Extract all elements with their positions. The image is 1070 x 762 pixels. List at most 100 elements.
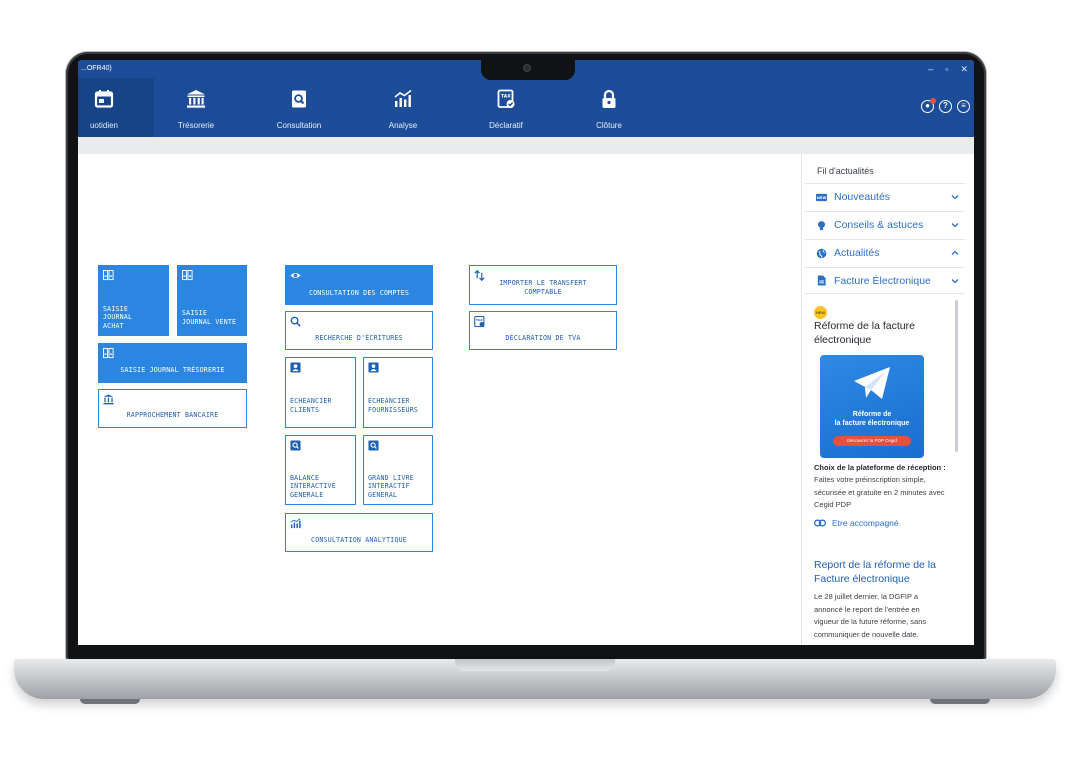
lightbulb-icon (818, 220, 825, 230)
app-screen: ...OFR40) – ▫ ✕ uotidien Trésorerie Cons… (78, 60, 974, 645)
tile-label: IMPORTER LE TRANSFERT COMPTABLE (499, 279, 587, 296)
tile-rapprochement-bancaire[interactable]: RAPPROCHEMENT BANCAIRE (98, 389, 247, 428)
bank-icon (187, 90, 205, 108)
tile-label: CONSULTATION DES COMPTES (308, 289, 410, 297)
accordion-actualites[interactable]: Actualités (805, 239, 965, 266)
article2-title: Report de la réforme de la Facture élect… (814, 559, 936, 585)
file-icon (817, 275, 826, 286)
nav-item-analyse[interactable]: Analyse (353, 78, 453, 137)
tile-consultation-des-comptes[interactable]: CONSULTATION DES COMPTES (285, 265, 433, 305)
svg-text:NEW: NEW (817, 195, 827, 199)
accordion-facture-electronique[interactable]: Facture Électronique (805, 267, 965, 294)
promo-card[interactable]: Réforme de la facture électronique Décou… (820, 355, 924, 458)
laptop-foot (930, 699, 990, 704)
article-title: Réforme de la facture électronique (814, 320, 915, 346)
window-title: ...OFR40) (81, 65, 112, 72)
article-body: Faites votre préinscription simple, sécu… (814, 475, 945, 509)
accordion-label: Nouveautés (834, 191, 891, 203)
nav-label: Déclaratif (489, 121, 523, 130)
binders-icon (182, 270, 193, 281)
maximize-button[interactable]: ▫ (945, 60, 948, 78)
nav-label: Analyse (388, 121, 418, 130)
tile-saisie-journal-tresorerie[interactable]: SAISIE JOURNAL TRÉSORERIE (98, 343, 247, 383)
tile-label: CONSULTATION ANALYTIQUE (311, 536, 407, 544)
webcam (523, 64, 531, 72)
search-icon (290, 316, 301, 327)
doc-search-icon (290, 440, 301, 451)
accordion-label: Facture Électronique (834, 274, 931, 287)
link-icon (814, 519, 826, 527)
nav-item-tresorerie[interactable]: Trésorerie (146, 78, 246, 137)
minimize-button[interactable]: – (928, 60, 933, 78)
eye-icon (290, 272, 301, 279)
tile-saisie-journal-vente[interactable]: SAISIE JOURNAL VENTE (177, 265, 247, 336)
trackpad-notch (455, 659, 615, 671)
tile-balance-interactive[interactable]: BALANCE INTERACTIVE GENERALE (285, 435, 356, 505)
tile-declaration-tva[interactable]: TAX DÉCLARATION DE TVA (469, 311, 617, 350)
contact-card-icon (290, 362, 301, 373)
tile-label: BALANCE INTERACTIVE GENERALE (290, 473, 336, 499)
nav-label: uotidien (89, 121, 119, 130)
tile-recherche-ecritures[interactable]: RECHERCHE D'ÉCRITURES (285, 311, 433, 350)
article-lead-strong: Choix de la plateforme de réception : (814, 463, 946, 472)
nav-label: Trésorerie (177, 121, 215, 130)
nav-label: Consultation (276, 121, 322, 130)
bank-icon (103, 394, 114, 405)
promo-title: Réforme de la facture électronique (834, 411, 910, 427)
chart-icon (394, 89, 412, 107)
accordion-label: Actualités (834, 247, 880, 259)
tile-label: DÉCLARATION DE TVA (505, 334, 581, 342)
close-button[interactable]: ✕ (960, 60, 968, 78)
tile-label: SAISIE JOURNAL VENTE (182, 309, 237, 326)
article-lead: Choix de la plateforme de réception : (814, 462, 954, 475)
doc-search-icon (368, 440, 379, 451)
new-icon: NEW (816, 193, 827, 201)
article2-body: Le 28 juillet dernier, la DGFIP a annonc… (814, 592, 927, 639)
nav-item-cloture[interactable]: Clôture (559, 78, 659, 137)
tile-consultation-analytique[interactable]: CONSULTATION ANALYTIQUE (285, 513, 433, 552)
chevron-up-icon (951, 250, 959, 255)
laptop-foot (80, 699, 140, 704)
toolbar-strip (78, 137, 974, 154)
svg-text:TAX: TAX (476, 318, 483, 322)
contact-card-icon (368, 362, 379, 373)
nav-item-quotidien[interactable]: uotidien (78, 78, 154, 137)
promo-cta-button[interactable]: Découvrez la PDP Cegid (833, 436, 911, 446)
tile-label: RAPPROCHEMENT BANCAIRE (126, 411, 219, 419)
tile-saisie-journal-achat[interactable]: SAISIE JOURNAL ACHAT (98, 265, 169, 336)
link-label: Etre accompagné (832, 518, 899, 528)
chart-icon (290, 518, 301, 529)
nav-item-declaratif[interactable]: TAX Déclaratif (456, 78, 556, 137)
tile-label: GRAND LIVRE INTERACTIF GENERAL (368, 473, 414, 499)
accordion-conseils[interactable]: Conseils & astuces (805, 211, 965, 238)
main-nav: uotidien Trésorerie Consultation Analyse… (78, 78, 974, 137)
menu-icon[interactable]: ≡ (957, 100, 970, 113)
nav-item-consultation[interactable]: Consultation (249, 78, 349, 137)
tax-doc-icon: TAX (497, 89, 515, 108)
accompagnement-link[interactable]: Etre accompagné (814, 518, 899, 528)
tile-label: SAISIE JOURNAL ACHAT (103, 304, 133, 330)
help-icon[interactable]: ? (939, 100, 952, 113)
tile-label: ÉCHEANCIER FOURNISSEURS (368, 397, 419, 414)
tile-label: SAISIE JOURNAL TRÉSORERIE (120, 366, 225, 374)
chevron-down-icon (951, 195, 959, 200)
svg-text:TAX: TAX (501, 94, 511, 100)
binders-icon (103, 270, 114, 281)
globe-icon (816, 248, 827, 258)
nav-label: Clôture (596, 121, 622, 130)
tile-importer-transfert[interactable]: IMPORTER LE TRANSFERT COMPTABLE (469, 265, 617, 305)
tile-echeancier-fournisseurs[interactable]: ÉCHEANCIER FOURNISSEURS (363, 357, 433, 428)
tile-grand-livre[interactable]: GRAND LIVRE INTERACTIF GENERAL (363, 435, 433, 505)
panel-scrollbar[interactable] (955, 300, 958, 452)
doc-search-icon (292, 90, 306, 108)
notification-icon[interactable]: ● (921, 98, 936, 113)
chevron-down-icon (951, 223, 959, 228)
calendar-icon (94, 90, 114, 108)
tile-echeancier-clients[interactable]: ÉCHEANCIER CLIENTS (285, 357, 356, 428)
chevron-down-icon (951, 279, 959, 284)
paper-plane-icon (854, 367, 890, 399)
tile-label: ÉCHEANCIER CLIENTS (290, 397, 332, 414)
panel-title: Fil d'actualités (817, 166, 874, 176)
accordion-nouveautes[interactable]: NEW Nouveautés (805, 183, 965, 210)
tax-doc-icon: TAX (474, 316, 485, 327)
